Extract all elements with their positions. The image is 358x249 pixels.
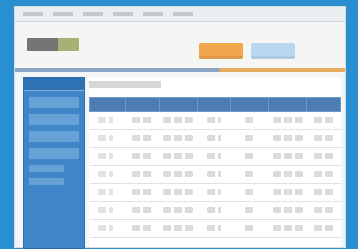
sidebar-item[interactable] [29, 131, 79, 142]
sidebar-item[interactable] [29, 148, 79, 159]
column-header[interactable] [268, 97, 307, 112]
main-content [89, 77, 341, 247]
page-title [89, 81, 329, 88]
menu-bar [15, 7, 345, 22]
sidebar-item[interactable] [29, 165, 64, 172]
table-row[interactable] [89, 147, 341, 166]
column-header[interactable] [124, 97, 160, 112]
column-header[interactable] [158, 97, 198, 112]
data-table [89, 97, 341, 238]
table-header-row [89, 97, 341, 112]
table-row[interactable] [89, 111, 341, 130]
table-row[interactable] [89, 219, 341, 238]
table-row[interactable] [89, 165, 341, 184]
table-row[interactable] [89, 183, 341, 202]
column-header[interactable] [306, 97, 341, 112]
app-logo [27, 38, 79, 51]
tab-secondary[interactable] [251, 43, 295, 59]
column-header[interactable] [230, 97, 270, 112]
table-row[interactable] [89, 129, 341, 148]
sidebar-item[interactable] [29, 178, 64, 185]
sidebar-item[interactable] [29, 97, 79, 108]
menu-items-blurred[interactable] [23, 12, 203, 16]
section-divider [15, 68, 345, 72]
app-window [14, 6, 346, 249]
column-header[interactable] [196, 97, 232, 112]
sidebar-item[interactable] [29, 114, 79, 125]
header [15, 22, 345, 68]
column-header[interactable] [89, 97, 126, 112]
table-row[interactable] [89, 201, 341, 220]
tab-primary[interactable] [199, 43, 243, 59]
sidebar [23, 77, 85, 249]
sidebar-header [24, 78, 84, 91]
